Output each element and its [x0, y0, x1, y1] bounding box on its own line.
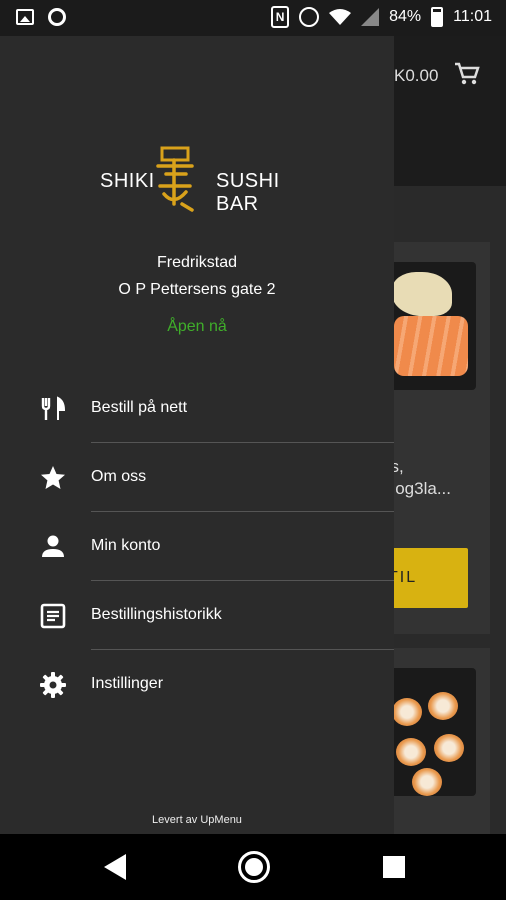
add-to-cart-button[interactable]: TIL [382, 548, 468, 608]
alarm-icon [299, 7, 320, 27]
wifi-icon [329, 9, 352, 25]
system-nav-bar [0, 834, 506, 900]
menu-item-order-history[interactable]: Bestillingshistorikk [0, 581, 394, 650]
home-icon[interactable] [238, 851, 270, 883]
record-notification-icon [48, 8, 66, 26]
menu-item-order-online[interactable]: Bestill på nett [0, 374, 394, 443]
logo-emblem-icon [156, 146, 194, 212]
menu-item-my-account[interactable]: Min konto [0, 512, 394, 581]
open-status: Åpen nå [167, 318, 227, 335]
cart-total: K0.00 [394, 66, 439, 85]
clock: 11:01 [453, 8, 492, 25]
person-icon [42, 535, 64, 557]
product-image [382, 262, 476, 390]
product-image [382, 668, 476, 796]
nfc-icon: N [271, 6, 290, 28]
powered-by-footer[interactable]: Levert av UpMenu [0, 814, 394, 826]
battery-icon [431, 7, 444, 27]
signal-icon [361, 8, 380, 26]
location-city: Fredrikstad [156, 254, 238, 271]
menu-item-settings[interactable]: Instillinger [0, 650, 394, 719]
recent-apps-icon[interactable] [383, 856, 405, 878]
battery-percent: 84% [389, 8, 422, 25]
back-icon[interactable] [104, 854, 126, 880]
receipt-icon [40, 603, 66, 629]
cart-icon[interactable] [454, 62, 480, 86]
location-address: O P Pettersens gate 2 [118, 281, 276, 298]
gear-icon [40, 672, 66, 698]
drawer-menu: Bestill på nett Om oss Min konto Bestill… [0, 374, 394, 719]
navigation-drawer: SHIKI SUSHI BAR Fredrikstad O P Petterse… [0, 36, 394, 834]
image-notification-icon [16, 9, 34, 25]
menu-item-about-us[interactable]: Om oss [0, 443, 394, 512]
restaurant-logo: SHIKI SUSHI BAR [96, 144, 306, 215]
status-bar: N 84% 11:01 [0, 0, 506, 36]
cutlery-icon [41, 396, 66, 420]
star-icon [41, 466, 65, 489]
